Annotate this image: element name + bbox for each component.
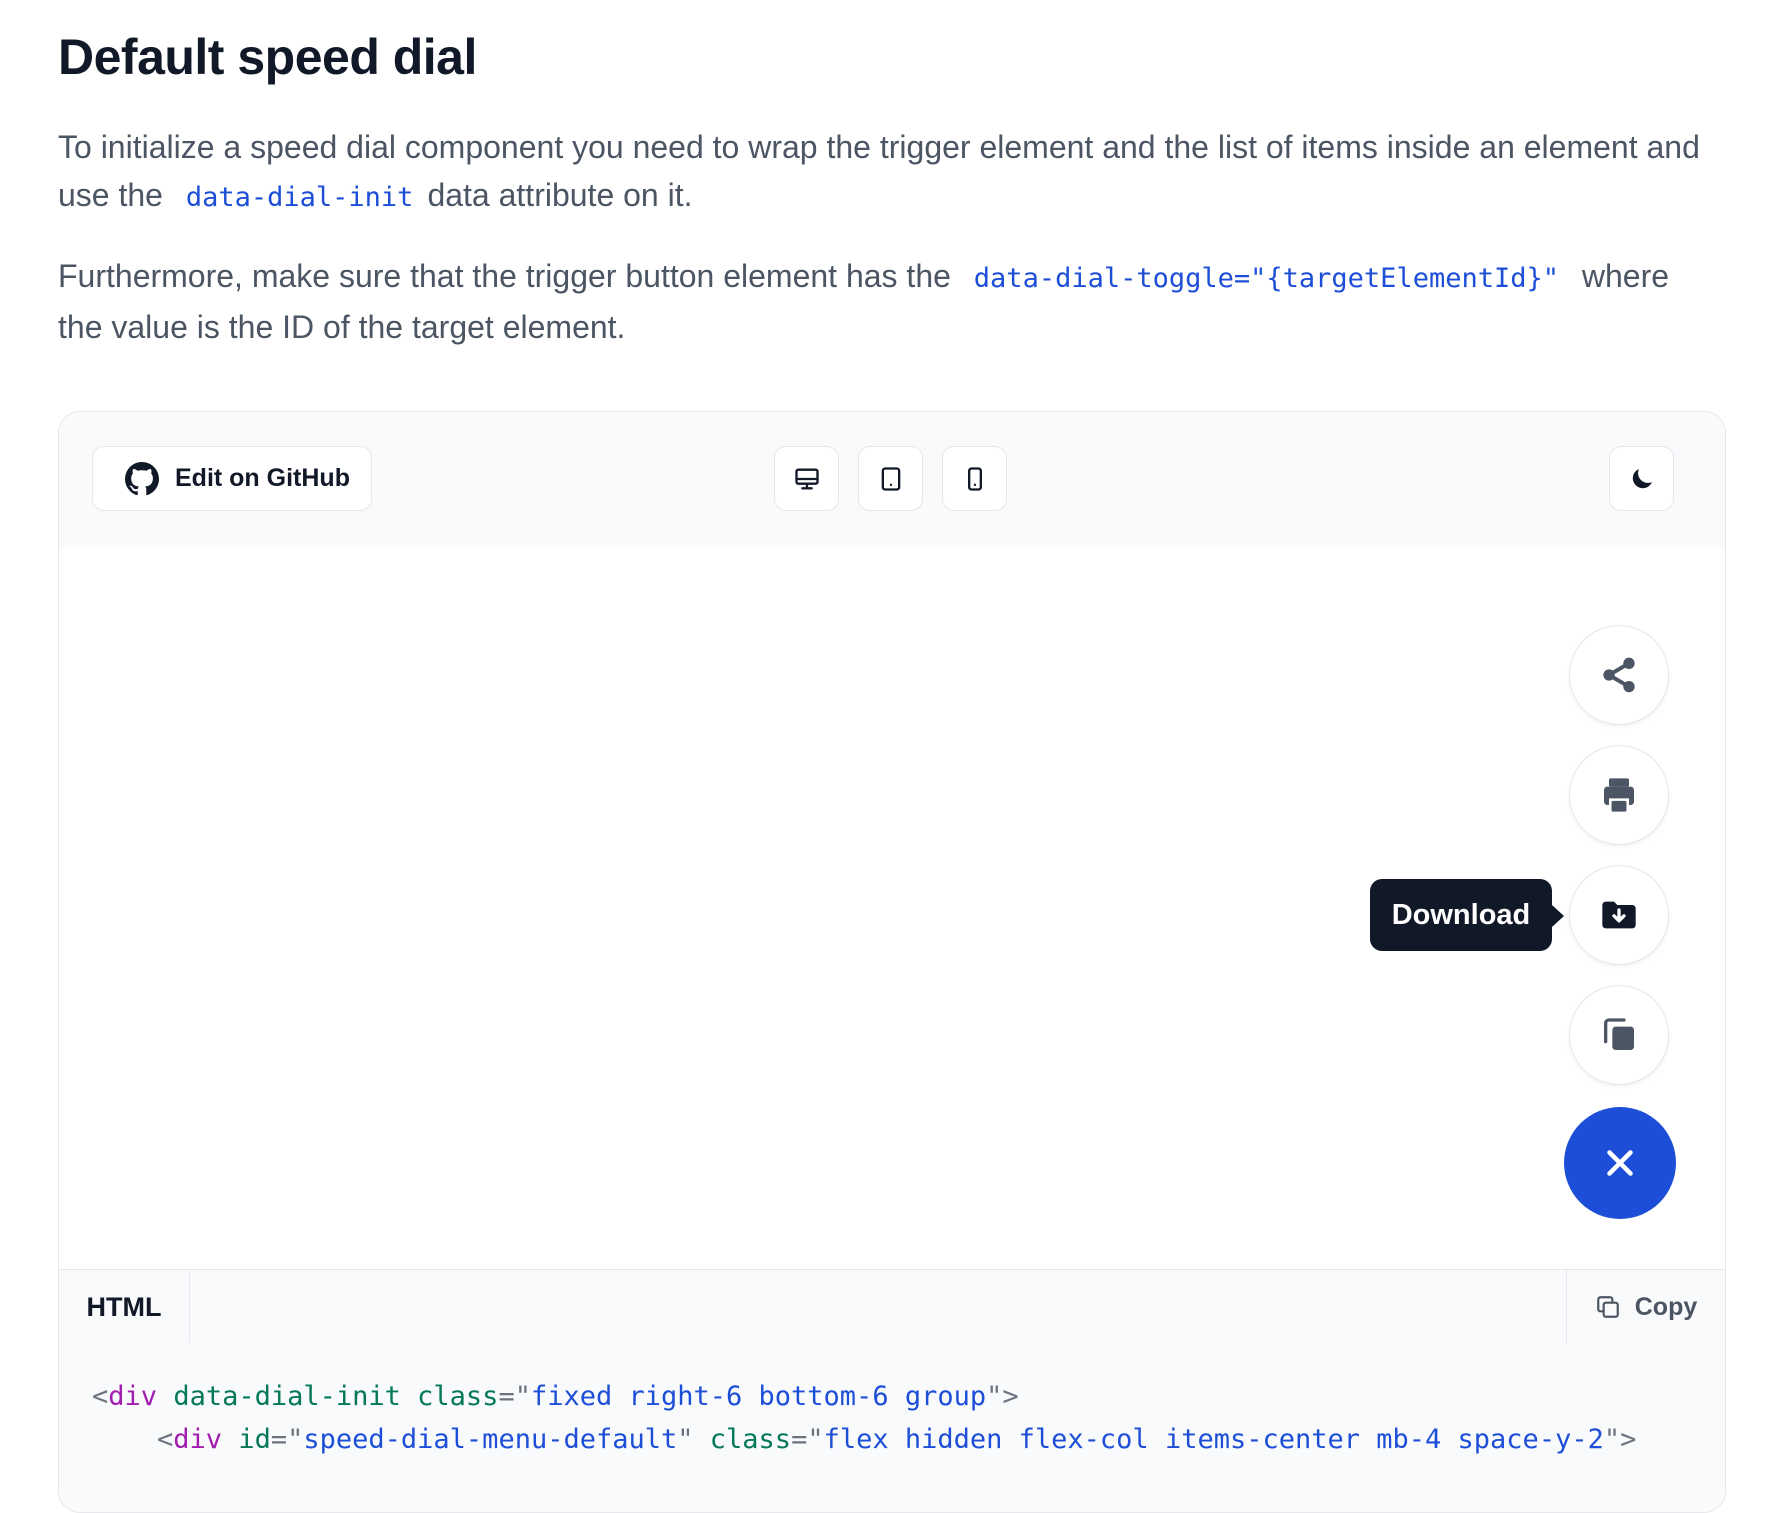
copy-button[interactable] xyxy=(1569,985,1669,1085)
tablet-icon xyxy=(877,465,905,493)
share-icon xyxy=(1599,655,1639,695)
mobile-icon xyxy=(961,465,989,493)
tablet-view-button[interactable] xyxy=(858,446,923,511)
desktop-icon xyxy=(793,465,821,493)
tab-html[interactable]: HTML xyxy=(59,1270,190,1344)
share-button[interactable] xyxy=(1569,625,1669,725)
example-card: Edit on GitHub Download HTML Copy <div d… xyxy=(58,411,1726,1513)
tooltip-arrow xyxy=(1552,905,1564,927)
intro-text: Furthermore, make sure that the trigger … xyxy=(58,258,951,294)
code-listing: <div data-dial-init class="fixed right-6… xyxy=(92,1375,1636,1461)
intro-paragraph-2: Furthermore, make sure that the trigger … xyxy=(58,252,1718,351)
copy-label: Copy xyxy=(1634,1292,1698,1321)
dark-mode-toggle[interactable] xyxy=(1609,446,1674,511)
copy-icon xyxy=(1599,1015,1639,1055)
print-button[interactable] xyxy=(1569,745,1669,845)
code-line-1: <div data-dial-init class="fixed right-6… xyxy=(92,1381,1019,1412)
tooltip-label: Download xyxy=(1391,898,1531,931)
code-line-2: <div id="speed-dial-menu-default" class=… xyxy=(157,1424,1637,1455)
edit-on-github-button[interactable]: Edit on GitHub xyxy=(92,446,372,511)
speed-dial-trigger[interactable] xyxy=(1564,1107,1676,1219)
section-title: Default speed dial xyxy=(58,29,477,85)
intro-text: data attribute on it. xyxy=(427,177,693,213)
edit-on-github-label: Edit on GitHub xyxy=(175,464,350,492)
github-icon xyxy=(125,461,159,496)
example-toolbar: Edit on GitHub xyxy=(59,412,1725,548)
code-block: <div data-dial-init class="fixed right-6… xyxy=(59,1343,1725,1512)
print-icon xyxy=(1599,775,1639,815)
inline-code: data-dial-toggle="{targetElementId}" xyxy=(973,263,1559,294)
download-icon xyxy=(1599,895,1639,935)
download-tooltip: Download xyxy=(1370,879,1564,951)
copy-icon xyxy=(1595,1294,1621,1320)
code-tabs: HTML Copy xyxy=(59,1269,1725,1345)
desktop-view-button[interactable] xyxy=(774,446,839,511)
mobile-view-button[interactable] xyxy=(942,446,1007,511)
intro-paragraph-1: To initialize a speed dial component you… xyxy=(58,123,1718,222)
example-preview: Download xyxy=(59,547,1725,1269)
close-icon xyxy=(1602,1145,1638,1181)
download-button[interactable] xyxy=(1569,865,1669,965)
copy-code-button[interactable]: Copy xyxy=(1566,1270,1725,1344)
inline-code: data-dial-init xyxy=(185,182,414,213)
moon-icon xyxy=(1627,464,1657,494)
